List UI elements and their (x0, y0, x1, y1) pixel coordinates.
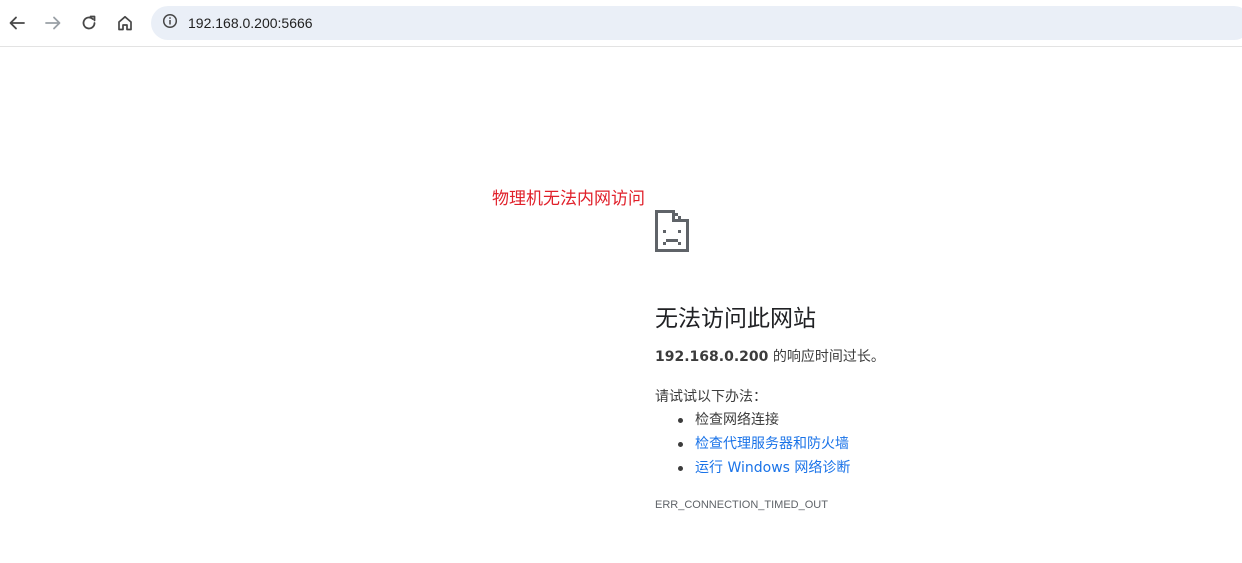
address-bar[interactable]: 192.168.0.200:5666 (151, 6, 1242, 40)
error-code: ERR_CONNECTION_TIMED_OUT (655, 499, 828, 511)
browser-toolbar: 192.168.0.200:5666 (0, 0, 1242, 47)
error-title: 无法访问此网站 (655, 306, 816, 332)
site-info-button[interactable] (158, 11, 182, 35)
suggestion-windows-diagnostics-link[interactable]: 运行 Windows 网络诊断 (655, 456, 850, 480)
annotation-text: 物理机无法内网访问 (492, 189, 645, 209)
forward-button[interactable] (37, 7, 69, 39)
error-description: 192.168.0.200 的响应时间过长。 (655, 346, 885, 366)
sad-page-icon (655, 210, 689, 252)
error-host: 192.168.0.200 (655, 349, 769, 365)
error-description-text: 的响应时间过长。 (768, 349, 885, 365)
arrow-right-icon (44, 14, 62, 32)
url-text[interactable]: 192.168.0.200:5666 (188, 6, 313, 40)
info-icon (162, 13, 178, 33)
suggestion-list: 检查网络连接 检查代理服务器和防火墙 运行 Windows 网络诊断 (655, 408, 850, 480)
arrow-left-icon (8, 14, 26, 32)
suggestion-check-network: 检查网络连接 (655, 408, 850, 432)
try-label: 请试试以下办法： (655, 389, 767, 405)
home-icon (116, 14, 134, 32)
reload-icon (80, 14, 98, 32)
reload-button[interactable] (73, 7, 105, 39)
home-button[interactable] (109, 7, 141, 39)
suggestion-check-proxy-link[interactable]: 检查代理服务器和防火墙 (655, 432, 850, 456)
back-button[interactable] (1, 7, 33, 39)
